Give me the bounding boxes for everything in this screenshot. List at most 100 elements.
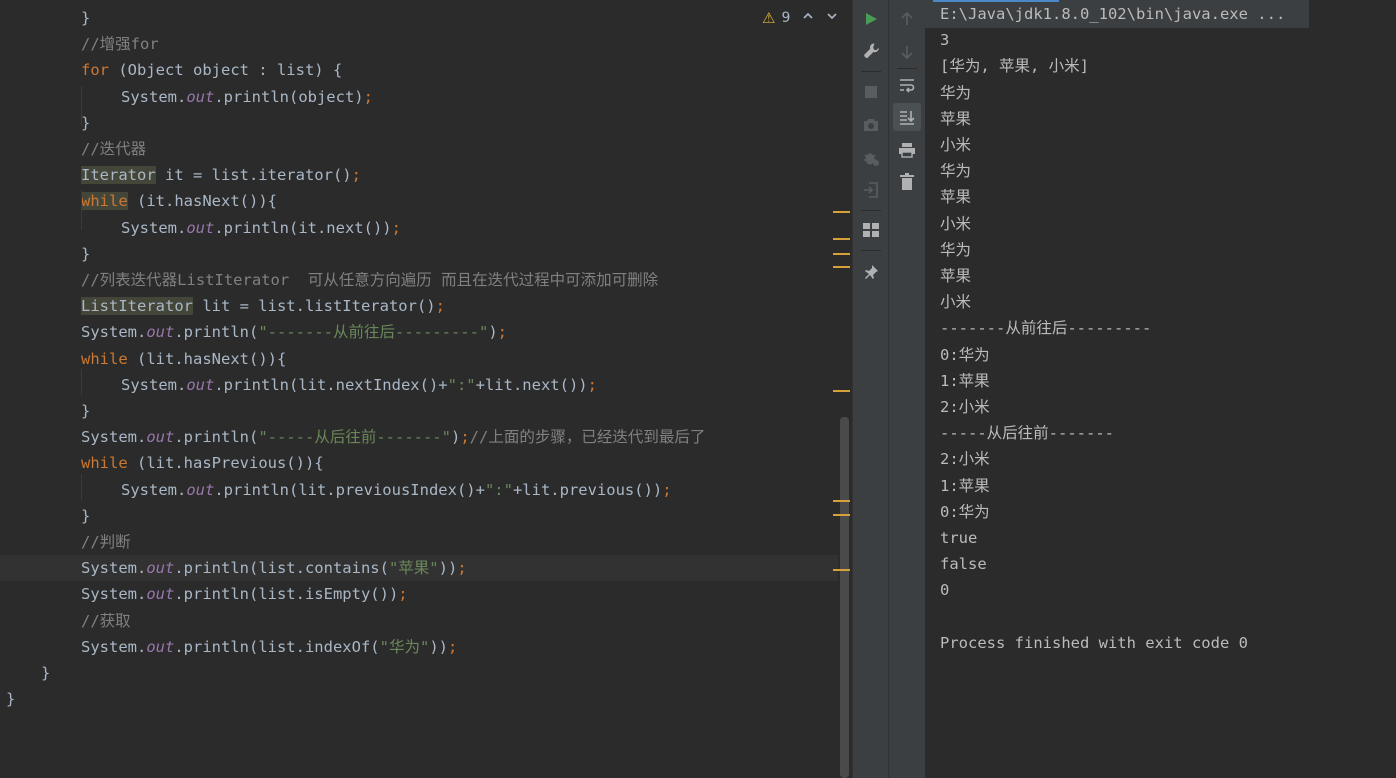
code-line[interactable]: } bbox=[0, 660, 838, 686]
code-line[interactable]: System.out.println(object); bbox=[0, 84, 838, 110]
error-stripe-marker[interactable] bbox=[833, 569, 850, 571]
code-token: .println(object) bbox=[214, 87, 364, 106]
code-token: //获取 bbox=[81, 611, 131, 630]
code-token: +lit.next()) bbox=[475, 375, 588, 394]
pin-tab-button[interactable] bbox=[857, 258, 885, 286]
code-line[interactable]: //列表迭代器ListIterator 可从任意方向遍历 而且在迭代过程中可添加… bbox=[0, 267, 838, 293]
code-line[interactable]: for (Object object : list) { bbox=[0, 57, 838, 83]
code-line[interactable]: ListIterator lit = list.listIterator(); bbox=[0, 293, 838, 319]
inspection-widget[interactable]: ⚠ 9 bbox=[762, 8, 838, 28]
code-token: .println(list.contains( bbox=[174, 559, 389, 578]
code-line[interactable]: System.out.println("-----从后往前-------");/… bbox=[0, 424, 838, 450]
console-line: 苹果 bbox=[940, 267, 972, 285]
soft-wrap-button[interactable] bbox=[893, 71, 921, 99]
code-token: out bbox=[186, 218, 215, 237]
code-line-text: System.out.println(list.contains("苹果")); bbox=[81, 555, 467, 581]
clear-all-button[interactable] bbox=[893, 168, 921, 196]
code-line-text: while (lit.hasNext()){ bbox=[81, 346, 286, 372]
toolbar-separator bbox=[861, 71, 881, 72]
dump-threads-button[interactable] bbox=[857, 111, 885, 139]
code-token: .println(list.indexOf( bbox=[174, 637, 380, 656]
camera-icon bbox=[864, 119, 878, 131]
code-token: } bbox=[6, 690, 16, 709]
warning-icon: ⚠ bbox=[762, 9, 776, 27]
error-stripe-marker[interactable] bbox=[833, 514, 850, 516]
exit-button[interactable] bbox=[857, 176, 885, 204]
debug-settings-button[interactable] bbox=[857, 144, 885, 172]
code-line[interactable]: System.out.println(list.contains("苹果")); bbox=[0, 555, 838, 582]
console-line: 苹果 bbox=[940, 188, 972, 207]
code-token: out bbox=[186, 480, 215, 499]
code-token: ; bbox=[662, 480, 672, 499]
code-token: (Object object : list) { bbox=[109, 61, 343, 80]
code-line[interactable]: //迭代器 bbox=[0, 136, 838, 162]
code-line[interactable]: } bbox=[0, 686, 838, 712]
code-line[interactable]: } bbox=[0, 5, 838, 31]
code-line[interactable]: } bbox=[0, 110, 838, 136]
code-line-text: } bbox=[6, 686, 15, 712]
code-token: } bbox=[81, 113, 91, 132]
code-line-text: } bbox=[81, 398, 90, 424]
code-line[interactable]: System.out.println("-------从前往后---------… bbox=[0, 319, 838, 345]
restore-layout-button[interactable] bbox=[857, 216, 885, 244]
code-line[interactable]: System.out.println(it.next()); bbox=[0, 215, 838, 241]
code-token: out bbox=[186, 87, 215, 106]
code-line-text: System.out.println(lit.previousIndex()+"… bbox=[121, 477, 672, 503]
code-line[interactable]: System.out.println(list.isEmpty()); bbox=[0, 581, 838, 607]
console-line: 小米 bbox=[940, 214, 972, 233]
code-line[interactable]: System.out.println(lit.previousIndex()+"… bbox=[0, 477, 838, 503]
code-token: System. bbox=[81, 585, 147, 604]
code-token: ) bbox=[450, 428, 461, 447]
chevron-down-icon[interactable] bbox=[826, 10, 838, 26]
code-token: ; bbox=[587, 375, 597, 394]
error-stripe-marker[interactable] bbox=[833, 211, 850, 213]
code-editor[interactable]: }//增强for for (Object object : list) {Syst… bbox=[0, 0, 852, 778]
error-stripe-marker[interactable] bbox=[833, 500, 850, 502]
code-line-text: //迭代器 bbox=[81, 136, 146, 162]
code-token: (lit.hasNext()){ bbox=[127, 349, 287, 368]
console-line: -------从前往后--------- bbox=[940, 319, 1152, 338]
code-line[interactable]: System.out.println(list.indexOf("华为")); bbox=[0, 634, 838, 660]
editor-scrollbar-thumb[interactable] bbox=[840, 417, 849, 778]
code-token: } bbox=[81, 244, 91, 263]
code-line[interactable]: while (it.hasNext()){ bbox=[0, 188, 838, 214]
code-line-text: //列表迭代器ListIterator 可从任意方向遍历 而且在迭代过程中可添加… bbox=[81, 267, 658, 293]
code-line[interactable]: Iterator it = list.iterator(); bbox=[0, 162, 838, 188]
code-token: } bbox=[81, 9, 91, 27]
code-line[interactable]: //获取 bbox=[0, 608, 838, 634]
scroll-to-end-button[interactable] bbox=[893, 103, 921, 131]
indent-guide bbox=[81, 190, 82, 230]
code-line-text: } bbox=[41, 660, 50, 686]
code-line[interactable]: } bbox=[0, 503, 838, 529]
code-token: System. bbox=[121, 480, 187, 499]
code-line[interactable]: System.out.println(lit.nextIndex()+":"+l… bbox=[0, 372, 838, 398]
error-stripe-marker[interactable] bbox=[833, 238, 850, 240]
code-token: )) bbox=[429, 637, 448, 656]
indent-guide bbox=[81, 86, 82, 126]
next-occurrence-button[interactable] bbox=[893, 38, 921, 66]
code-line[interactable]: while (lit.hasPrevious()){ bbox=[0, 450, 838, 476]
modify-run-config-button[interactable] bbox=[857, 37, 885, 65]
code-line[interactable]: while (lit.hasNext()){ bbox=[0, 346, 838, 372]
chevron-up-icon[interactable] bbox=[802, 10, 814, 26]
code-token: ListIterator bbox=[81, 297, 193, 316]
error-stripe-marker[interactable] bbox=[833, 390, 850, 392]
stop-button[interactable] bbox=[857, 78, 885, 106]
code-line[interactable]: //增强for bbox=[0, 31, 838, 57]
code-line[interactable]: //判断 bbox=[0, 529, 838, 555]
code-line[interactable]: } bbox=[0, 241, 838, 267]
code-token: out bbox=[186, 375, 215, 394]
code-token: ; bbox=[497, 323, 507, 342]
previous-occurrence-button[interactable] bbox=[893, 5, 921, 33]
console-line: -----从后往前------- bbox=[940, 424, 1114, 443]
print-button[interactable] bbox=[893, 136, 921, 164]
code-token: //增强for bbox=[81, 35, 159, 54]
error-stripe-marker[interactable] bbox=[833, 266, 850, 268]
code-line[interactable]: } bbox=[0, 398, 838, 424]
code-token: ; bbox=[351, 166, 361, 185]
run-button[interactable] bbox=[857, 5, 885, 33]
run-toolbar-right bbox=[888, 0, 925, 778]
code-token: System. bbox=[121, 375, 187, 394]
error-stripe-marker[interactable] bbox=[833, 253, 850, 255]
run-console[interactable]: E:\Java\jdk1.8.0_102\bin\java.exe ... 3 [华… bbox=[925, 0, 1396, 778]
